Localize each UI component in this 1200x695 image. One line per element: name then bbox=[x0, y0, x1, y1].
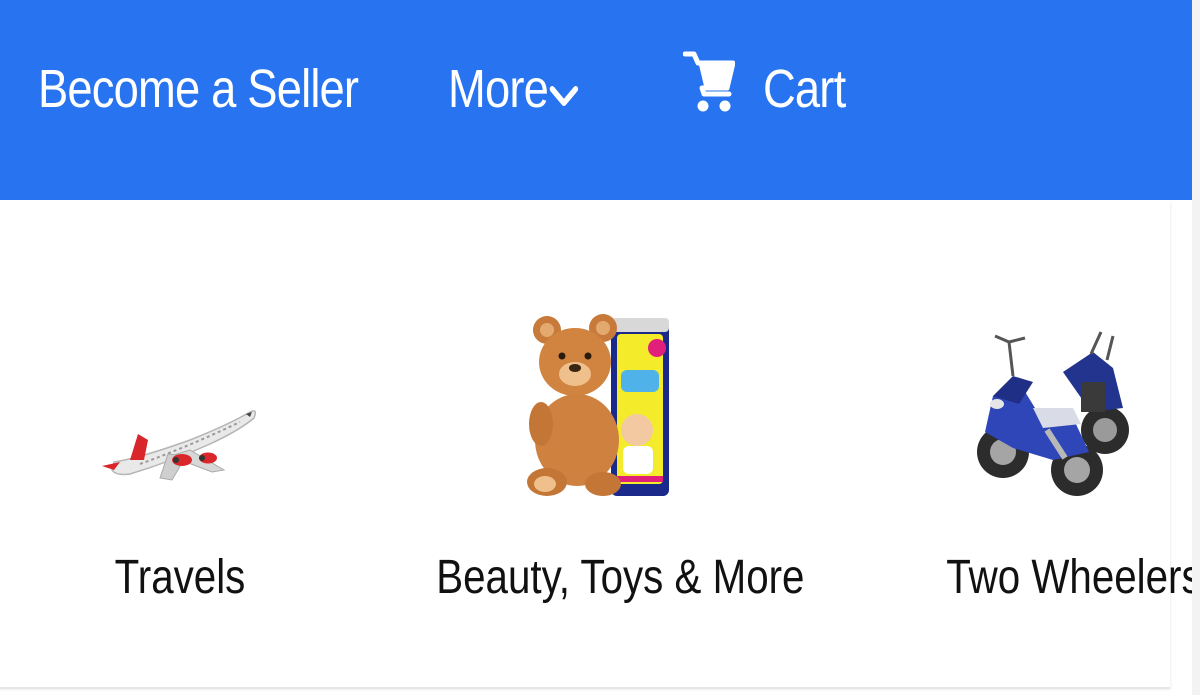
more-dropdown[interactable]: More bbox=[448, 54, 579, 124]
cart-label: Cart bbox=[763, 59, 846, 119]
more-label: More bbox=[448, 59, 549, 119]
motorcycles-image bbox=[973, 312, 1143, 502]
category-beauty-toys-more[interactable]: Beauty, Toys & More bbox=[405, 200, 805, 687]
category-two-wheelers[interactable]: Two Wheelers bbox=[925, 200, 1200, 687]
teddy-bear-and-diapers-image bbox=[525, 300, 675, 500]
airplane-image bbox=[100, 400, 260, 495]
become-a-seller-label: Become a Seller bbox=[38, 59, 359, 119]
page-edge bbox=[1192, 0, 1200, 695]
shopping-cart-icon bbox=[682, 50, 736, 129]
top-navigation-bar: Become a Seller More Cart bbox=[0, 0, 1192, 200]
category-strip: Travels Beauty, Toys & More Two Wheelers bbox=[0, 200, 1200, 687]
category-label: Travels bbox=[114, 551, 246, 604]
become-a-seller-link[interactable]: Become a Seller bbox=[38, 54, 359, 124]
divider bbox=[0, 687, 1170, 689]
category-travels[interactable]: Travels bbox=[60, 200, 300, 687]
category-label: Two Wheelers bbox=[946, 551, 1200, 604]
cart-link[interactable]: Cart bbox=[682, 51, 861, 124]
page: Become a Seller More Cart Travels Beauty… bbox=[0, 0, 1200, 695]
category-label: Beauty, Toys & More bbox=[436, 551, 805, 604]
chevron-down-icon bbox=[549, 60, 579, 122]
